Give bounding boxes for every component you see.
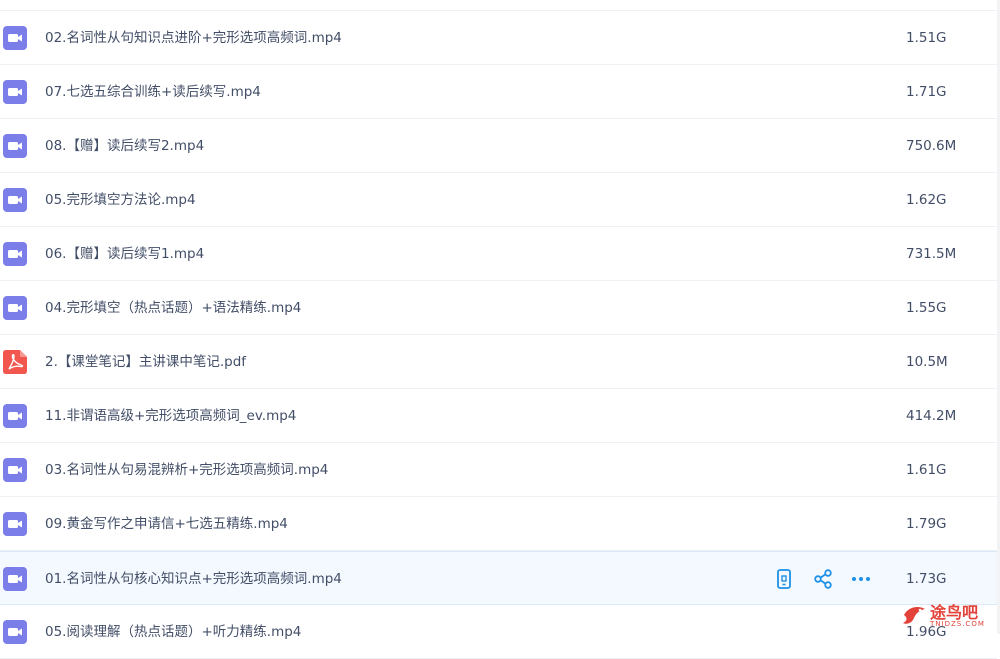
file-row[interactable]: 02.名词性从句知识点进阶+完形选项高频词.mp4 1.51G: [0, 11, 997, 65]
phone-icon: [773, 569, 795, 594]
file-size: 731.5M: [906, 246, 957, 262]
file-list: 02.名词性从句知识点进阶+完形选项高频词.mp4 1.51G 07.七选五综合训练…: [0, 0, 1000, 659]
file-size: 1.71G: [906, 84, 947, 100]
video-file-icon: [3, 620, 27, 644]
watermark-logo: 途鸟吧 TNIDZS.COM: [900, 596, 998, 632]
share-icon: [812, 569, 834, 594]
file-row[interactable]: 11.非谓语高级+完形选项高频词_ev.mp4 414.2M: [0, 389, 997, 443]
file-size: 1.61G: [906, 462, 947, 478]
more-icon: [850, 575, 872, 594]
file-row[interactable]: 05.完形填空方法论.mp4 1.62G: [0, 173, 997, 227]
file-size: 1.51G: [906, 30, 947, 46]
file-name[interactable]: 05.完形填空方法论.mp4: [45, 191, 196, 209]
file-name[interactable]: 04.完形填空（热点话题）+语法精练.mp4: [45, 299, 301, 317]
file-name[interactable]: 03.名词性从句易混辨析+完形选项高频词.mp4: [45, 461, 328, 479]
file-size: 414.2M: [906, 408, 957, 424]
video-file-icon: [3, 512, 27, 536]
file-row[interactable]: 09.黄金写作之申请信+七选五精练.mp4 1.79G: [0, 497, 997, 551]
video-file-icon: [3, 296, 27, 320]
more-button[interactable]: [850, 568, 872, 590]
video-file-icon: [3, 134, 27, 158]
file-name[interactable]: 08.【赠】读后续写2.mp4: [45, 137, 204, 155]
file-name[interactable]: 06.【赠】读后续写1.mp4: [45, 245, 204, 263]
bird-logo-icon: [903, 607, 925, 624]
file-size: 750.6M: [906, 138, 957, 154]
file-name[interactable]: 02.名词性从句知识点进阶+完形选项高频词.mp4: [45, 29, 342, 47]
file-row[interactable]: 03.名词性从句易混辨析+完形选项高频词.mp4 1.61G: [0, 443, 997, 497]
pdf-file-icon: [3, 350, 27, 374]
video-file-icon: [3, 80, 27, 104]
watermark-subtext: TNIDZS.COM: [930, 620, 985, 628]
file-row[interactable]: 01.名词性从句核心知识点+完形选项高频词.mp4 1.73G: [0, 551, 997, 605]
file-size: 1.55G: [906, 300, 947, 316]
file-name[interactable]: 01.名词性从句核心知识点+完形选项高频词.mp4: [45, 570, 342, 588]
video-file-icon: [3, 567, 27, 591]
video-file-icon: [3, 458, 27, 482]
file-row[interactable]: 06.【赠】读后续写1.mp4 731.5M: [0, 227, 997, 281]
file-name[interactable]: 05.阅读理解（热点话题）+听力精练.mp4: [45, 623, 301, 641]
file-row[interactable]: 08.【赠】读后续写2.mp4 750.6M: [0, 119, 997, 173]
file-size: 10.5M: [906, 354, 948, 370]
file-name[interactable]: 09.黄金写作之申请信+七选五精练.mp4: [45, 515, 288, 533]
video-file-icon: [3, 242, 27, 266]
file-size: 1.79G: [906, 516, 947, 532]
video-file-icon: [3, 26, 27, 50]
video-file-icon: [3, 404, 27, 428]
file-size: 1.73G: [906, 571, 947, 587]
file-row[interactable]: 04.完形填空（热点话题）+语法精练.mp4 1.55G: [0, 281, 997, 335]
file-name[interactable]: 2.【课堂笔记】主讲课中笔记.pdf: [45, 353, 246, 371]
file-row[interactable]: 2.【课堂笔记】主讲课中笔记.pdf 10.5M: [0, 335, 997, 389]
send-to-phone-button[interactable]: [773, 568, 795, 590]
video-file-icon: [3, 188, 27, 212]
share-button[interactable]: [812, 568, 834, 590]
file-name[interactable]: 07.七选五综合训练+读后续写.mp4: [45, 83, 261, 101]
file-row[interactable]: 05.阅读理解（热点话题）+听力精练.mp4 1.96G: [0, 605, 997, 659]
file-size: 1.62G: [906, 192, 947, 208]
file-name[interactable]: 11.非谓语高级+完形选项高频词_ev.mp4: [45, 407, 296, 425]
file-row[interactable]: 07.七选五综合训练+读后续写.mp4 1.71G: [0, 65, 997, 119]
